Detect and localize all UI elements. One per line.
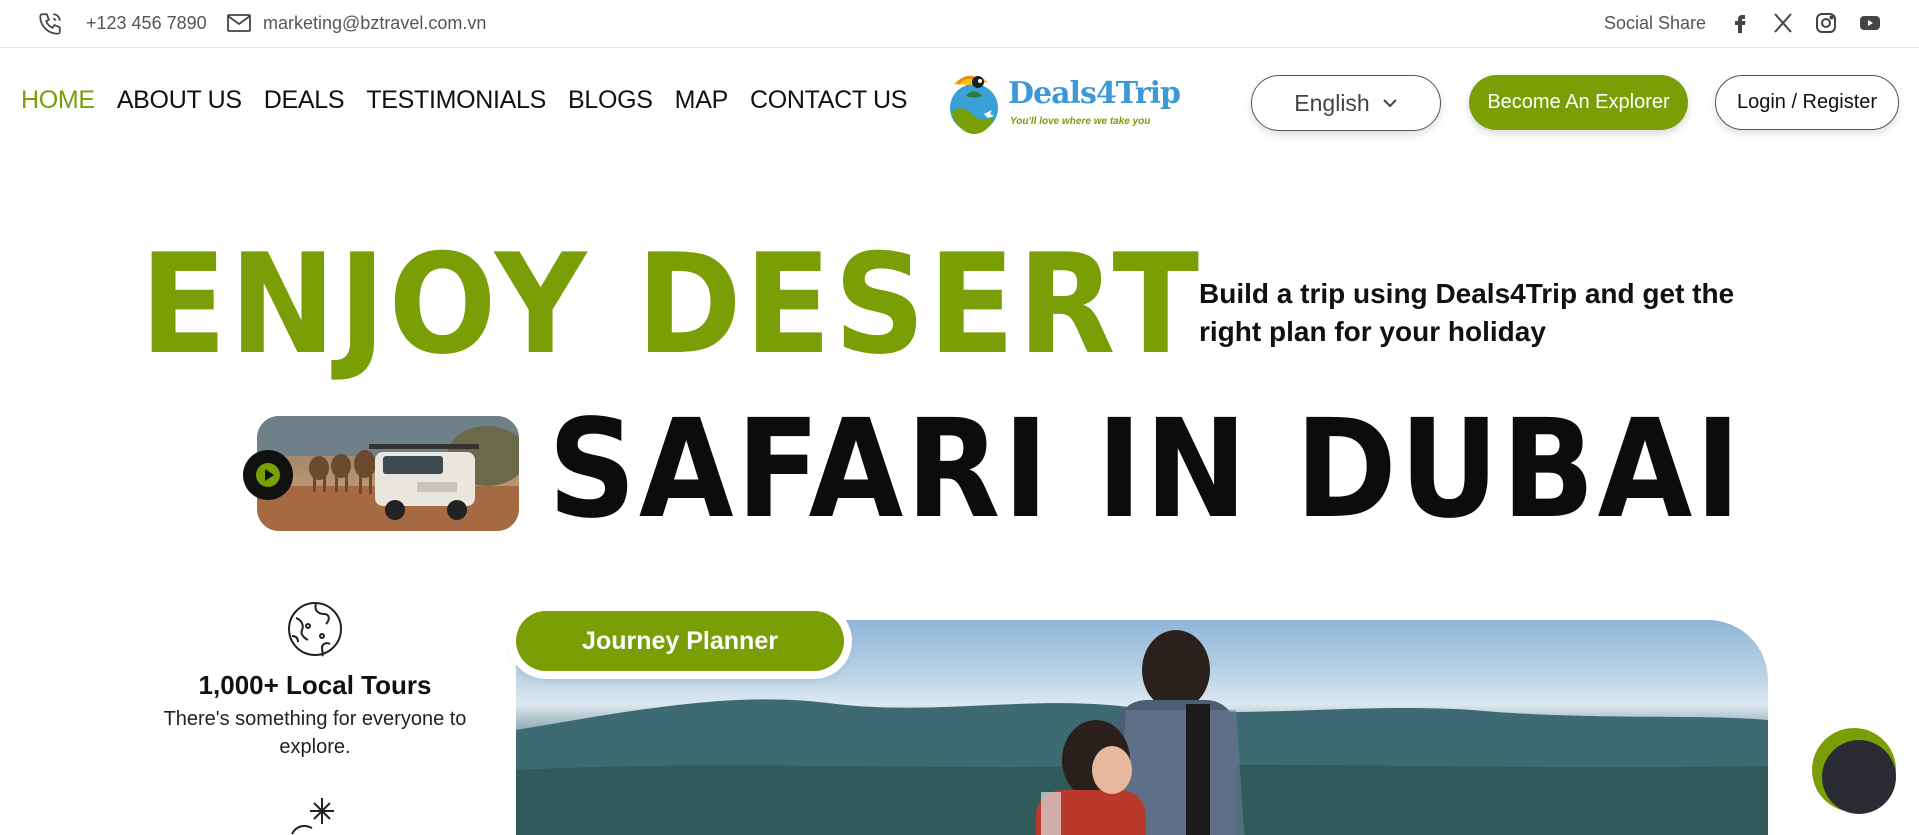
nav-testimonials[interactable]: TESTIMONIALS: [366, 86, 546, 115]
become-explorer-button[interactable]: Become An Explorer: [1469, 75, 1688, 130]
facebook-icon[interactable]: [1728, 11, 1752, 35]
nav-links: HOME ABOUT US DEALS TESTIMONIALS BLOGS M…: [21, 86, 907, 115]
email-address[interactable]: marketing@bztravel.com.vn: [263, 0, 486, 46]
nav-about-us[interactable]: ABOUT US: [117, 86, 242, 115]
mail-icon: [227, 14, 251, 32]
hero-description: Build a trip using Deals4Trip and get th…: [1199, 278, 1735, 347]
logo-name: Deals4Trip: [1008, 76, 1181, 111]
language-label: English: [1294, 89, 1370, 116]
hero-safari-thumbnail[interactable]: [257, 416, 519, 531]
logo[interactable]: Deals4Trip You'll love where we take you: [944, 68, 1181, 138]
login-register-button[interactable]: Login / Register: [1715, 75, 1899, 130]
hero-headline-line2: SAFARI IN DUBAI: [548, 391, 1744, 549]
toucan-globe-logo-icon: [950, 75, 998, 134]
instagram-icon[interactable]: [1814, 11, 1838, 35]
safari-thumbnail-image: [257, 416, 519, 531]
nav-blogs[interactable]: BLOGS: [568, 86, 653, 115]
chevron-down-icon: [1383, 99, 1397, 108]
phone-icon: [39, 13, 61, 35]
nav-contact-us[interactable]: CONTACT US: [750, 86, 908, 115]
play-icon: [256, 463, 280, 487]
phone-number[interactable]: +123 456 7890: [86, 0, 207, 46]
journey-planner-button[interactable]: Journey Planner: [516, 611, 844, 671]
nav-home[interactable]: HOME: [21, 86, 95, 115]
language-select[interactable]: English: [1251, 75, 1441, 131]
feature-local-tours: 1,000+ Local Tours There's something for…: [140, 600, 490, 761]
feature-text: There's something for everyone to explor…: [163, 708, 467, 758]
social-share-label: Social Share: [1603, 12, 1706, 33]
nav-map[interactable]: MAP: [675, 86, 729, 115]
chat-widget-button[interactable]: [1822, 740, 1896, 814]
nav-deals[interactable]: DEALS: [264, 86, 345, 115]
globe-icon: [288, 602, 342, 657]
logo-tagline: You'll love where we take you: [1010, 116, 1151, 127]
hero-headline-line1: ENJOY DESERT: [140, 224, 1202, 385]
feature-title: 1,000+ Local Tours: [198, 670, 432, 700]
x-icon[interactable]: [1771, 11, 1795, 35]
top-bar: +123 456 7890 marketing@bztravel.com.vn …: [0, 0, 1919, 48]
play-video-button[interactable]: [243, 450, 293, 500]
snowflake-icon: [291, 798, 334, 835]
youtube-icon[interactable]: [1858, 11, 1882, 35]
